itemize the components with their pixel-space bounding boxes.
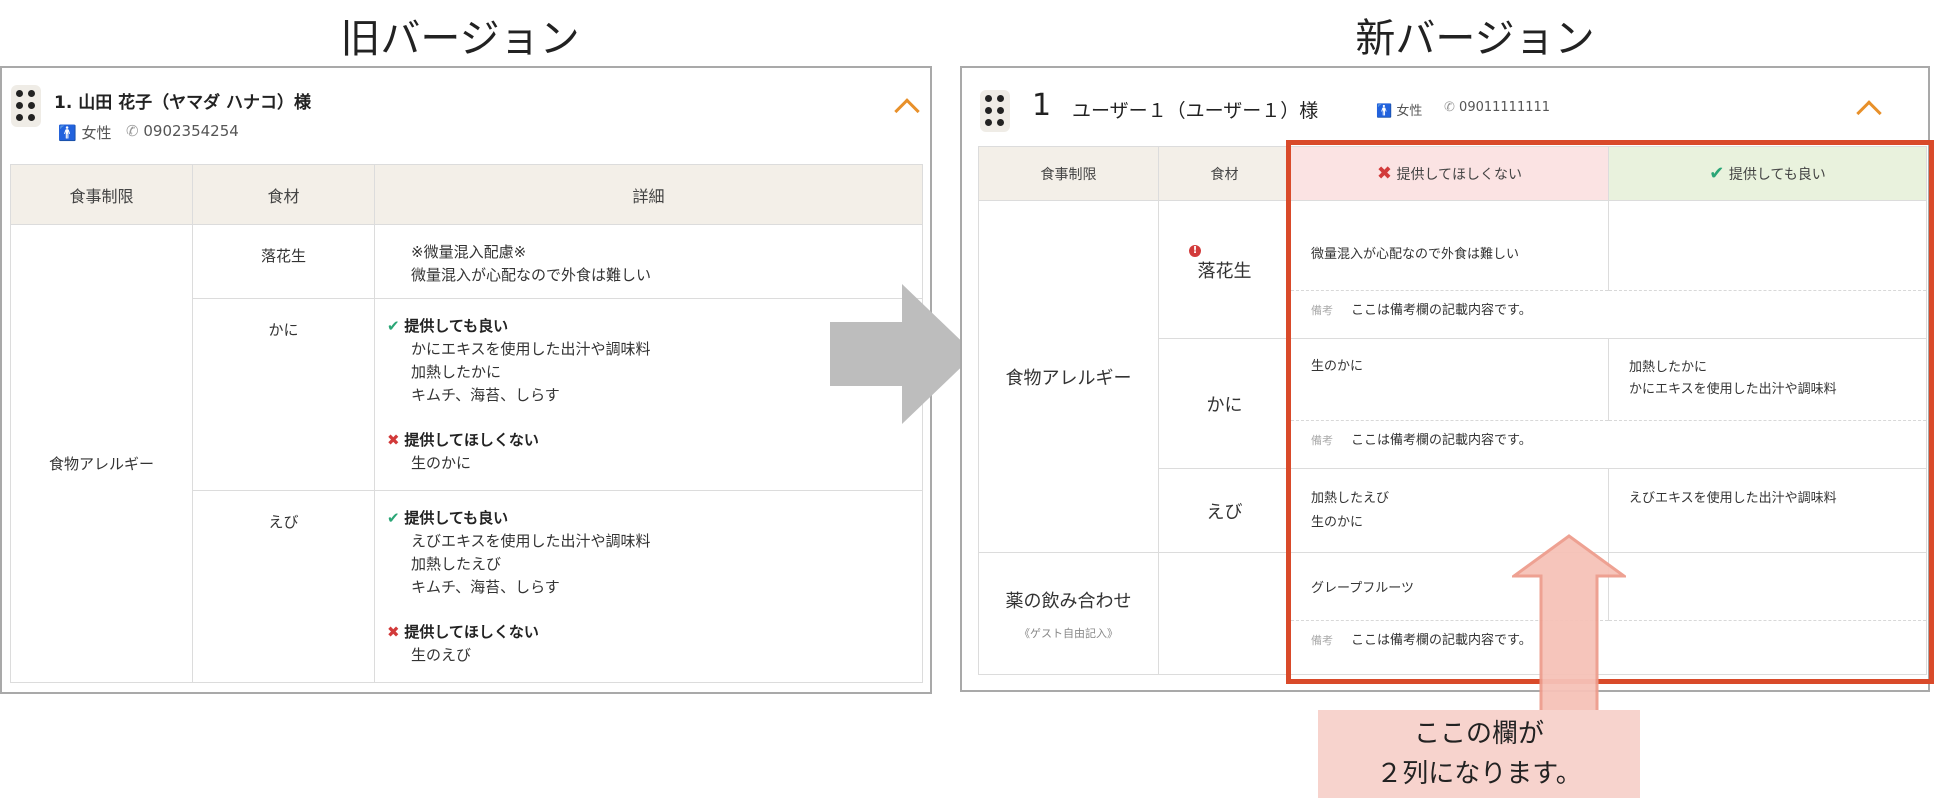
col-header-restriction: 食事制限 bbox=[10, 164, 193, 225]
col-header-ingredient: 食材 bbox=[192, 164, 375, 225]
old-restriction-table: 食事制限 食材 詳細 食物アレルギー 落花生 ※微量混入配慮※ 微量混入が心配な… bbox=[10, 164, 923, 683]
ingredient-cell: えび bbox=[192, 490, 375, 683]
callout-box: ここの欄が ２列になります。 bbox=[1318, 710, 1640, 798]
restriction-group: 食物アレルギー bbox=[10, 224, 193, 683]
gender-info: 🚹 女性 bbox=[58, 124, 112, 142]
col-header-detail: 詳細 bbox=[374, 164, 923, 225]
check-icon: ✔ bbox=[387, 509, 400, 527]
ingredient-cell: かに bbox=[1158, 338, 1291, 469]
check-icon: ✔ bbox=[387, 317, 400, 335]
gender-info: 🚹 女性 bbox=[1376, 104, 1423, 119]
person-icon: 🚹 bbox=[1376, 104, 1393, 119]
restriction-group-drug: 薬の飲み合わせ 《ゲスト自由記入》 bbox=[978, 552, 1159, 675]
alert-icon: ! bbox=[1189, 245, 1201, 257]
ingredient-cell: ! 落花生 bbox=[1158, 200, 1291, 339]
drag-handle-icon[interactable] bbox=[980, 90, 1010, 132]
transition-arrow-icon bbox=[830, 284, 975, 424]
old-version-panel: 1. 山田 花子（ヤマダ ハナコ）様 🚹 女性 ✆ 0902354254 食事制… bbox=[0, 66, 932, 694]
detail-cell: ✔ 提供しても良い えびエキスを使用した出汁や調味料 加熱したえび キムチ、海苔… bbox=[374, 490, 923, 683]
col-header-ingredient: 食材 bbox=[1158, 146, 1291, 201]
guest-number: 1 bbox=[1032, 88, 1052, 123]
ingredient-cell bbox=[1158, 552, 1291, 675]
guest-name: 1. 山田 花子（ヤマダ ハナコ）様 bbox=[54, 93, 312, 113]
collapse-chevron-icon[interactable] bbox=[1856, 100, 1882, 126]
phone-icon: ✆ bbox=[126, 122, 139, 140]
collapse-chevron-icon[interactable] bbox=[894, 98, 920, 124]
phone-icon: ✆ bbox=[1444, 100, 1455, 115]
cross-icon: ✖ bbox=[387, 623, 400, 641]
cross-icon: ✖ bbox=[387, 431, 400, 449]
restriction-group: 食物アレルギー bbox=[978, 200, 1159, 553]
new-version-heading: 新バージョン bbox=[1355, 16, 1595, 62]
up-arrow-icon bbox=[1512, 534, 1626, 716]
ingredient-cell: 落花生 bbox=[192, 224, 375, 299]
ingredient-cell: えび bbox=[1158, 468, 1291, 553]
person-icon: 🚹 bbox=[58, 124, 77, 142]
ingredient-cell: かに bbox=[192, 298, 375, 491]
old-version-heading: 旧バージョン bbox=[340, 16, 580, 62]
guest-name: ユーザー１（ユーザー１）様 bbox=[1072, 100, 1319, 122]
phone-info: ✆ 09011111111 bbox=[1444, 100, 1551, 115]
phone-info: ✆ 0902354254 bbox=[126, 122, 239, 140]
drag-handle-icon[interactable] bbox=[11, 85, 41, 127]
col-header-restriction: 食事制限 bbox=[978, 146, 1159, 201]
